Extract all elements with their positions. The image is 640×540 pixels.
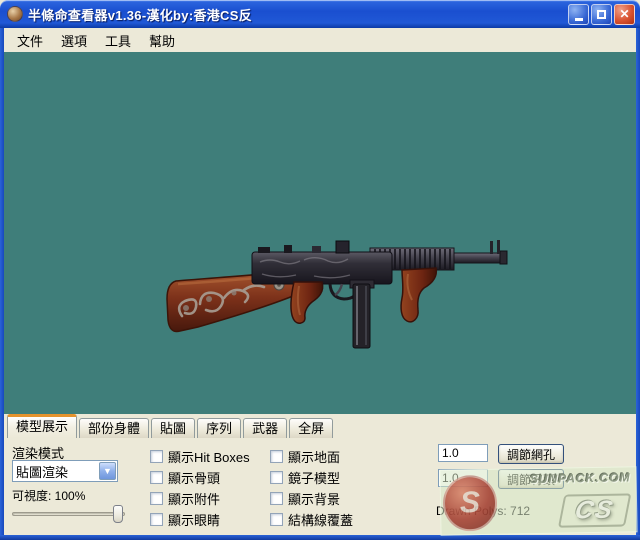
menu-help[interactable]: 幫助 xyxy=(140,29,184,52)
window-border-bottom xyxy=(0,535,640,540)
minimize-icon xyxy=(575,18,583,21)
tab-weapons[interactable]: 武器 xyxy=(243,418,287,438)
checkbox-show-attachments[interactable]: 顯示附件 xyxy=(150,491,220,506)
checkbox-show-hitboxes[interactable]: 顯示Hit Boxes xyxy=(150,449,250,464)
checkbox-wireframe-overlay[interactable]: 結構線覆蓋 xyxy=(270,512,353,527)
model-display-panel: 渲染模式 貼圖渲染 ▼ 可視度: 100% 顯示Hit Boxes 顯示骨頭 顯… xyxy=(4,438,636,535)
opacity-slider-thumb[interactable] xyxy=(113,505,123,523)
adjust-bone-button[interactable]: 調節骨頭 xyxy=(498,469,564,489)
checkbox-mirror-model[interactable]: 鏡子模型 xyxy=(270,470,340,485)
title-bar: 半條命查看器v1.36-漢化by:香港CS反 ✕ xyxy=(0,0,640,28)
client-area: 文件 選項 工具 幫助 xyxy=(4,28,636,535)
close-button[interactable]: ✕ xyxy=(614,4,635,25)
opacity-slider[interactable] xyxy=(12,504,125,524)
checkbox-show-background[interactable]: 顯示背景 xyxy=(270,491,340,506)
app-icon xyxy=(7,6,23,22)
chevron-down-icon[interactable]: ▼ xyxy=(99,462,116,480)
mesh-scale-input[interactable] xyxy=(438,444,488,462)
tab-model-display[interactable]: 模型展示 xyxy=(7,414,77,438)
checkbox-icon[interactable] xyxy=(270,492,283,505)
render-mode-select[interactable]: 貼圖渲染 ▼ xyxy=(12,460,118,482)
window-border-right xyxy=(636,28,640,540)
adjust-mesh-button[interactable]: 調節網孔 xyxy=(498,444,564,464)
window-border-left xyxy=(0,28,4,540)
menu-bar: 文件 選項 工具 幫助 xyxy=(4,28,636,52)
model-viewport[interactable] xyxy=(4,52,636,414)
opacity-label: 可視度: 100% xyxy=(12,487,85,504)
checkbox-show-ground[interactable]: 顯示地面 xyxy=(270,449,340,464)
tab-strip: 模型展示 部份身體 貼圖 序列 武器 全屏 xyxy=(4,414,636,438)
tab-body-parts[interactable]: 部份身體 xyxy=(79,418,149,438)
checkbox-icon[interactable] xyxy=(150,471,163,484)
drawn-polys-status: Drawn Polys: 712 xyxy=(436,504,530,518)
close-icon: ✕ xyxy=(619,8,629,20)
checkbox-icon[interactable] xyxy=(270,513,283,526)
maximize-icon xyxy=(597,10,606,19)
menu-file[interactable]: 文件 xyxy=(8,29,52,52)
checkbox-icon[interactable] xyxy=(150,450,163,463)
maximize-button[interactable] xyxy=(591,4,612,25)
render-mode-value: 貼圖渲染 xyxy=(13,462,99,481)
checkbox-icon[interactable] xyxy=(150,492,163,505)
weapon-model-tommy-gun xyxy=(164,236,514,351)
checkbox-icon[interactable] xyxy=(270,471,283,484)
menu-options[interactable]: 選項 xyxy=(52,29,96,52)
window-title: 半條命查看器v1.36-漢化by:香港CS反 xyxy=(28,5,568,24)
tab-textures[interactable]: 貼圖 xyxy=(151,418,195,438)
tab-fullscreen[interactable]: 全屏 xyxy=(289,418,333,438)
checkbox-show-bones[interactable]: 顯示骨頭 xyxy=(150,470,220,485)
minimize-button[interactable] xyxy=(568,4,589,25)
opacity-slider-track xyxy=(12,512,125,516)
checkbox-icon[interactable] xyxy=(150,513,163,526)
tab-sequences[interactable]: 序列 xyxy=(197,418,241,438)
menu-tools[interactable]: 工具 xyxy=(96,29,140,52)
checkbox-show-eyes[interactable]: 顯示眼睛 xyxy=(150,512,220,527)
bone-scale-input[interactable] xyxy=(438,469,488,487)
checkbox-icon[interactable] xyxy=(270,450,283,463)
